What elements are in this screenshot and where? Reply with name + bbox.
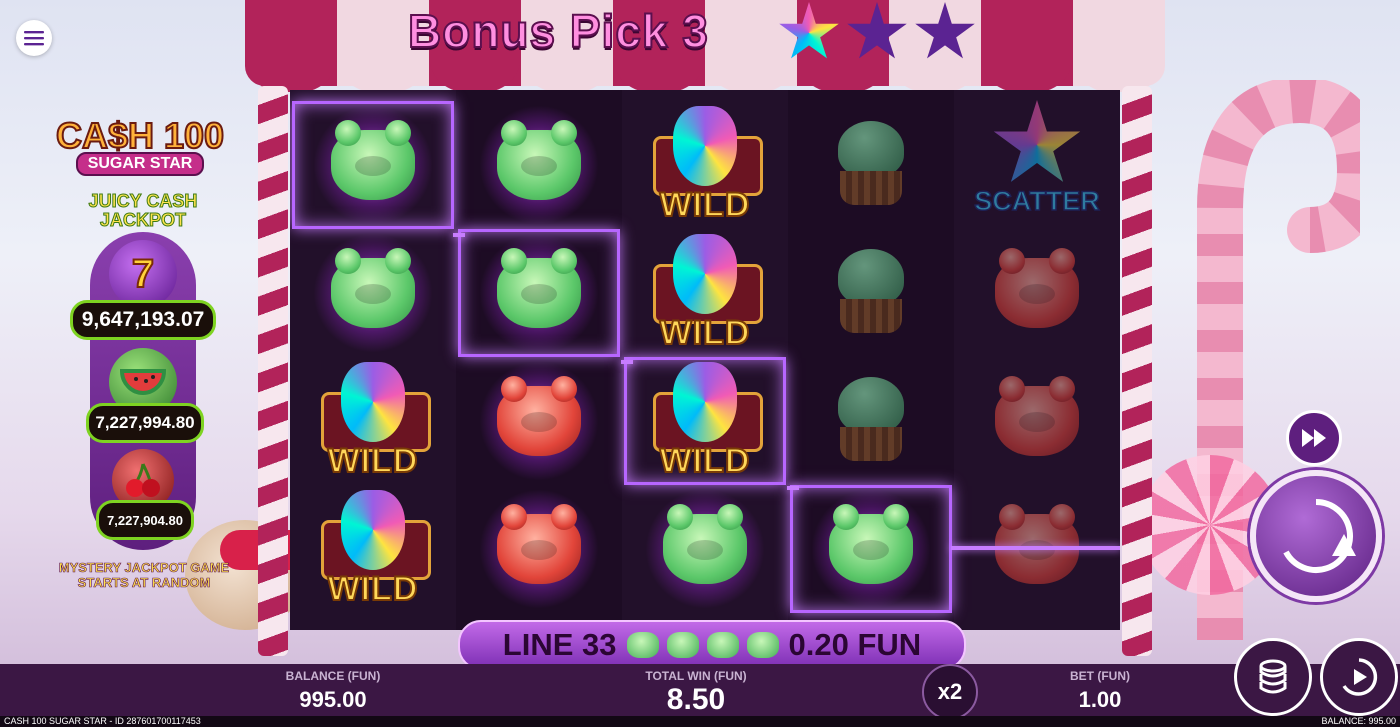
spin-button[interactable] [1250, 470, 1382, 602]
win-line-amount: 0.20 FUN [788, 627, 922, 662]
bonus-star-1-icon [778, 2, 840, 64]
total-win-label: TOTAL WIN (FUN) [645, 669, 747, 683]
cupcake-icon [826, 371, 916, 471]
reel-cell: WILD [293, 358, 453, 484]
scatter-icon: SCATTER [972, 100, 1102, 230]
reel-cell [790, 485, 952, 613]
wild-label: WILD [327, 569, 419, 609]
mini-green-bear-icon [626, 632, 659, 658]
reel-cell [292, 101, 454, 229]
reel-cell [459, 102, 619, 228]
stall-pole-right [1122, 86, 1152, 656]
green-bear-icon [829, 504, 913, 584]
payline-segment [453, 233, 465, 237]
cupcake-icon [826, 115, 916, 215]
reel-cell: WILD [625, 102, 785, 228]
wild-icon: WILD [313, 362, 433, 481]
jackpot-title: JUICY CASH JACKPOT [88, 191, 198, 230]
wild-icon: WILD [313, 490, 433, 609]
red-bear-icon [995, 248, 1079, 328]
mini-green-bear-icon [706, 632, 739, 658]
jackpot-tier-3-value: 7,227,904.80 [96, 500, 194, 540]
reel-cell: SCATTER [957, 100, 1117, 230]
fast-forward-icon [1302, 429, 1326, 447]
cupcake-icon [826, 243, 916, 343]
reel-cell [293, 230, 453, 356]
scatter-label: SCATTER [974, 185, 1101, 217]
wild-label: WILD [327, 441, 419, 481]
turbo-button[interactable] [1286, 410, 1342, 466]
wild-label: WILD [659, 441, 751, 481]
menu-button[interactable] [16, 20, 52, 56]
reel-cell [458, 229, 620, 357]
logo-title: CA$H 100 [55, 115, 225, 156]
game-id-text: CASH 100 SUGAR STAR - ID 287601700117453 [4, 716, 201, 726]
reel-cell: WILD [293, 486, 453, 612]
reel-cell [459, 486, 619, 612]
stall-pole-left [258, 86, 288, 656]
green-bear-icon [331, 248, 415, 328]
jackpot-tier-2-value: 7,227,994.80 [86, 403, 204, 443]
green-bear-icon [331, 120, 415, 200]
payline-segment [951, 546, 1120, 550]
green-bear-icon [663, 504, 747, 584]
status-balance-text: BALANCE: 995.00 [1321, 716, 1396, 726]
reel-cell [459, 358, 619, 484]
reel-cell: WILD [624, 357, 786, 485]
status-bar: CASH 100 SUGAR STAR - ID 287601700117453… [0, 716, 1400, 727]
bet-settings-button[interactable] [1234, 638, 1312, 716]
bonus-star-2-icon [846, 2, 908, 64]
balance-value: 995.00 [299, 687, 367, 712]
win-multiplier-badge: x2 [922, 664, 978, 720]
win-line-symbols [626, 632, 779, 658]
red-bear-icon [995, 376, 1079, 456]
spin-icon [1283, 499, 1356, 573]
reel-cell: WILD [625, 230, 785, 356]
jackpot-tier-1-value: 9,647,193.07 [70, 300, 216, 340]
bet-value[interactable]: 1.00 [1050, 687, 1150, 713]
bet-label: BET (FUN) [1070, 669, 1130, 683]
reel-cell [791, 102, 951, 228]
wild-icon: WILD [645, 106, 765, 225]
wild-icon: WILD [645, 362, 765, 481]
total-win-value: 8.50 [666, 683, 726, 716]
coin-stack-icon [1259, 659, 1287, 694]
game-logo: CA$H 100 SUGAR STAR [40, 115, 240, 176]
mini-green-bear-icon [746, 632, 779, 658]
win-line-banner: LINE 33 0.20 FUN [458, 620, 966, 670]
balance-label: BALANCE (FUN) [285, 669, 381, 683]
mini-green-bear-icon [666, 632, 699, 658]
autoplay-icon [1342, 658, 1378, 696]
reel-cell [957, 230, 1117, 356]
seven-icon: 7 [109, 240, 177, 308]
reel-cell [957, 358, 1117, 484]
logo-subtitle: SUGAR STAR [75, 152, 205, 176]
wild-label: WILD [659, 313, 751, 353]
win-line-label: LINE 33 [502, 627, 617, 662]
bonus-star-3-icon [914, 2, 976, 64]
hamburger-icon [24, 31, 44, 46]
autoplay-button[interactable] [1320, 638, 1398, 716]
reel-grid: WILD SCATTER WILD WILD WILD WILD [290, 90, 1120, 630]
wild-label: WILD [659, 185, 751, 225]
red-bear-icon [497, 376, 581, 456]
green-bear-icon [497, 248, 581, 328]
reel-cell [791, 358, 951, 484]
bonus-pick-title: Bonus Pick 3 [407, 4, 709, 58]
mystery-jackpot-note: MYSTERY JACKPOT GAME STARTS AT RANDOM [58, 560, 230, 591]
payline-segment [621, 360, 633, 364]
payline-segment [787, 486, 799, 490]
reel-cell [791, 230, 951, 356]
green-bear-icon [497, 120, 581, 200]
reel-cell [625, 486, 785, 612]
wild-icon: WILD [645, 234, 765, 353]
red-bear-icon [497, 504, 581, 584]
